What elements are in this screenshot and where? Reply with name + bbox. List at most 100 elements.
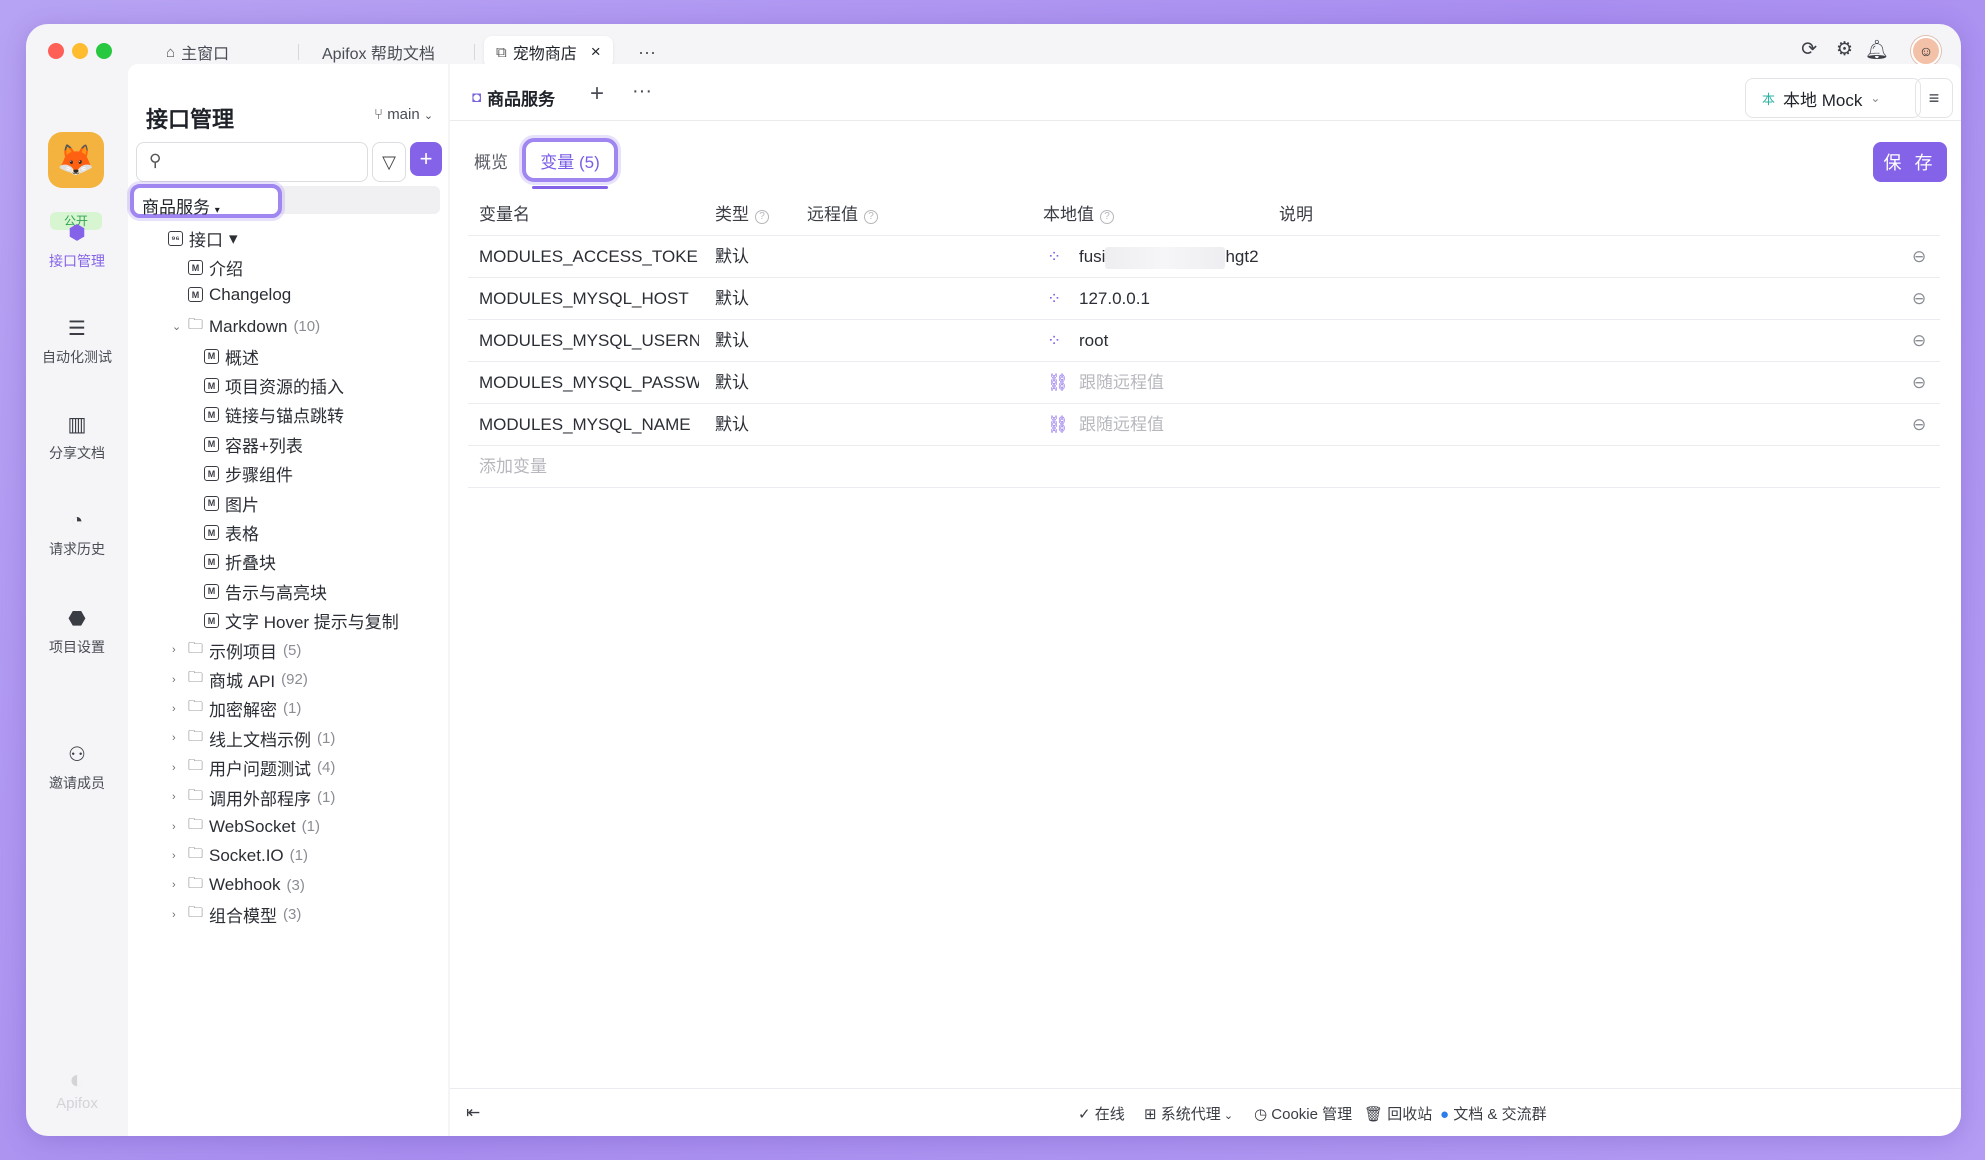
- local-value-cell[interactable]: fusi hgt2: [1079, 236, 1309, 278]
- tree-item[interactable]: › 🗀︎ 示例项目 (5): [172, 638, 301, 663]
- local-value-cell[interactable]: 跟随远程值: [1079, 404, 1309, 446]
- variable-name-cell[interactable]: MODULES_MYSQL_NAME: [479, 404, 699, 446]
- rail-item-automation[interactable]: ☰ 自动化测试: [26, 316, 128, 367]
- tree-item[interactable]: › 🗀︎ WebSocket (1): [172, 814, 320, 839]
- cookie-manager[interactable]: ◷ Cookie 管理: [1254, 1103, 1352, 1124]
- table-row[interactable]: MODULES_MYSQL_NAME 默认 ⛓ 跟随远程值 ⊖: [468, 404, 1940, 446]
- remote-value-cell[interactable]: [807, 278, 1027, 320]
- tree-item[interactable]: M 链接与锚点跳转: [204, 402, 344, 427]
- minimize-window-button[interactable]: [72, 43, 88, 59]
- tree-item[interactable]: › 🗀︎ 调用外部程序 (1): [172, 785, 335, 810]
- variable-type-cell[interactable]: 默认: [715, 236, 795, 278]
- remove-row-icon[interactable]: ⊖: [1912, 320, 1936, 362]
- link-icon[interactable]: ⛓: [1047, 362, 1067, 404]
- tree-item[interactable]: M 项目资源的插入: [204, 373, 344, 398]
- tree-item-selected-module[interactable]: 商品服务 ▾: [130, 184, 282, 218]
- local-value-cell[interactable]: root: [1079, 320, 1309, 362]
- remove-row-icon[interactable]: ⊖: [1912, 236, 1936, 278]
- tree-item[interactable]: › 🗀︎ 组合模型 (3): [172, 902, 301, 927]
- variable-type-cell[interactable]: 默认: [715, 320, 795, 362]
- help-icon[interactable]: ?: [755, 210, 769, 224]
- remote-value-cell[interactable]: [807, 320, 1027, 362]
- tab-variables[interactable]: 变量 (5): [522, 138, 618, 182]
- community-link[interactable]: ● 文档 & 交流群: [1440, 1103, 1547, 1124]
- table-row[interactable]: MODULES_ACCESS_TOKEN 默认 ⁘ fusi hgt2 ⊖: [468, 236, 1940, 278]
- link-icon[interactable]: ⛓: [1047, 404, 1067, 446]
- variable-type-cell[interactable]: 默认: [715, 278, 795, 320]
- bell-icon[interactable]: 🔔︎: [1865, 38, 1889, 62]
- tab-product-service[interactable]: ◘ 商品服务: [460, 74, 600, 120]
- help-icon[interactable]: ?: [864, 210, 878, 224]
- tree-item[interactable]: › 🗀︎ 线上文档示例 (1): [172, 726, 335, 751]
- trash-button[interactable]: 🗑︎ 回收站: [1364, 1103, 1432, 1124]
- unlinked-icon[interactable]: ⁘: [1047, 320, 1067, 362]
- tree-item-count: (92): [281, 671, 308, 688]
- tree-item[interactable]: › 🗀︎ Socket.IO (1): [172, 843, 308, 868]
- tree-item[interactable]: M 告示与高亮块: [204, 579, 327, 604]
- sidebar-search-input[interactable]: ⚲: [136, 142, 368, 182]
- tree-item[interactable]: › 🗀︎ 加密解密 (1): [172, 696, 301, 721]
- sync-icon[interactable]: ⟳: [1801, 38, 1817, 61]
- rail-item-invite[interactable]: ⚇ 邀请成员: [26, 742, 128, 793]
- folder-icon: 🗀︎: [188, 698, 204, 716]
- close-window-button[interactable]: [48, 43, 64, 59]
- project-logo[interactable]: 🦊: [48, 132, 104, 188]
- collapse-sidebar-icon[interactable]: ⇤: [466, 1103, 480, 1123]
- maximize-window-button[interactable]: [96, 43, 112, 59]
- help-icon[interactable]: ?: [1100, 210, 1114, 224]
- tree-item[interactable]: ⁹⁶ 接口 ▾: [168, 226, 238, 251]
- filter-button[interactable]: ▽: [372, 142, 406, 182]
- variable-name-cell[interactable]: MODULES_ACCESS_TOKEN: [479, 236, 699, 278]
- remote-value-cell[interactable]: [807, 236, 1027, 278]
- more-icon[interactable]: ···: [632, 80, 652, 103]
- variable-name-cell[interactable]: MODULES_MYSQL_USERNAME: [479, 320, 699, 362]
- tree-item[interactable]: › 🗀︎ 商城 API (92): [172, 667, 308, 692]
- gear-icon[interactable]: ⚙: [1836, 38, 1853, 61]
- remote-value-cell[interactable]: [807, 404, 1027, 446]
- tree-item[interactable]: M 概述: [204, 344, 259, 369]
- rail-item-history[interactable]: ◔ 请求历史: [26, 510, 128, 559]
- environment-selector[interactable]: 本 本地 Mock ⌄: [1745, 78, 1921, 118]
- table-row[interactable]: MODULES_MYSQL_PASSWORD 默认 ⛓ 跟随远程值 ⊖: [468, 362, 1940, 404]
- add-variable-row[interactable]: 添加变量: [468, 446, 1940, 488]
- tree-item[interactable]: M 文字 Hover 提示与复制: [204, 608, 399, 633]
- tree-item[interactable]: M 容器+列表: [204, 432, 303, 457]
- remove-row-icon[interactable]: ⊖: [1912, 404, 1936, 446]
- local-value-cell[interactable]: 跟随远程值: [1079, 362, 1309, 404]
- rail-item-settings[interactable]: ⬣ 项目设置: [26, 606, 128, 657]
- variable-name-cell[interactable]: MODULES_MYSQL_HOST: [479, 278, 699, 320]
- tree-item[interactable]: M Changelog: [188, 285, 291, 305]
- tree-item[interactable]: M 图片: [204, 491, 259, 516]
- table-row[interactable]: MODULES_MYSQL_HOST 默认 ⁘ 127.0.0.1 ⊖: [468, 278, 1940, 320]
- variable-type-cell[interactable]: 默认: [715, 404, 795, 446]
- remote-value-cell[interactable]: [807, 362, 1027, 404]
- branch-selector[interactable]: ⑂ main ⌄: [374, 106, 433, 123]
- add-button[interactable]: +: [410, 142, 442, 176]
- close-tab-icon[interactable]: ×: [591, 42, 601, 62]
- rail-item-share-docs[interactable]: ▥ 分享文档: [26, 412, 128, 463]
- local-value-cell[interactable]: 127.0.0.1: [1079, 278, 1309, 320]
- variable-name-cell[interactable]: MODULES_MYSQL_PASSWORD: [479, 362, 699, 404]
- variable-type-cell[interactable]: 默认: [715, 362, 795, 404]
- tree-item[interactable]: › 🗀︎ Webhook (3): [172, 873, 305, 898]
- tree-item[interactable]: M 介绍: [188, 255, 243, 280]
- tree-item[interactable]: › 🗀︎ 用户问题测试 (4): [172, 755, 335, 780]
- remove-row-icon[interactable]: ⊖: [1912, 278, 1936, 320]
- save-button[interactable]: 保 存: [1873, 142, 1947, 182]
- tree-item[interactable]: ⌄ 🗀︎ Markdown (10): [172, 314, 320, 339]
- rail-item-api[interactable]: ⬢ 接口管理: [26, 220, 128, 271]
- proxy-selector[interactable]: ⊞ 系统代理 ⌄: [1144, 1103, 1233, 1124]
- table-row[interactable]: MODULES_MYSQL_USERNAME 默认 ⁘ root ⊖: [468, 320, 1940, 362]
- unlinked-icon[interactable]: ⁘: [1047, 236, 1067, 278]
- menu-button[interactable]: ≡: [1915, 78, 1953, 118]
- new-tab-button[interactable]: +: [590, 80, 604, 108]
- tree-item[interactable]: M 步骤组件: [204, 461, 293, 486]
- remove-row-icon[interactable]: ⊖: [1912, 362, 1936, 404]
- tab-overview[interactable]: 概览: [474, 148, 508, 173]
- add-variable-input[interactable]: 添加变量: [479, 446, 699, 488]
- unlinked-icon[interactable]: ⁘: [1047, 278, 1067, 320]
- tree-item[interactable]: M 表格: [204, 520, 259, 545]
- user-avatar[interactable]: ☺: [1911, 36, 1941, 66]
- online-status[interactable]: ✓ 在线: [1078, 1103, 1125, 1124]
- tree-item[interactable]: M 折叠块: [204, 549, 276, 574]
